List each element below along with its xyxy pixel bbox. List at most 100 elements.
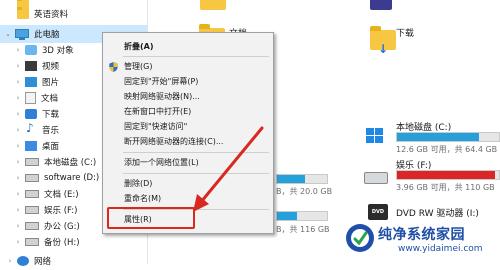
menu-item-open-new-window[interactable]: 在新窗口中打开(E) <box>103 104 273 119</box>
drive-icon <box>25 174 39 182</box>
computer-icon <box>15 28 29 40</box>
drive-usage-fill <box>397 171 495 179</box>
watermark: 纯净系统家园 www.yidaimei.com <box>342 218 494 260</box>
nav-item-label: 图片 <box>42 78 60 88</box>
menu-item-delete[interactable]: 删除(D) <box>103 176 273 191</box>
chevron-right-icon[interactable]: › <box>14 62 22 70</box>
download-arrow-icon: ↓ <box>378 42 389 56</box>
drive-usage-bar <box>276 211 328 221</box>
chevron-right-icon[interactable]: › <box>14 78 22 86</box>
drive-usage-fill <box>277 212 297 220</box>
hard-drive-icon <box>364 172 388 184</box>
documents-icon <box>25 92 36 104</box>
download-icon <box>25 109 37 119</box>
chevron-right-icon[interactable]: › <box>14 190 22 198</box>
menu-item-label: 添加一个网络位置(L) <box>124 158 199 167</box>
drive-free-space: 12.6 GB 可用，共 64.4 GB <box>396 145 498 154</box>
nav-item-label: 英语资料 <box>34 10 69 20</box>
menu-item-label: 固定到"开始"屏幕(P) <box>124 77 199 86</box>
chevron-right-icon[interactable]: › <box>14 222 22 230</box>
nav-item-label: 娱乐 (F:) <box>44 206 78 216</box>
nav-item-label: 3D 对象 <box>42 46 74 56</box>
nav-item-label: 本地磁盘 (C:) <box>44 158 97 168</box>
video-folder-icon[interactable] <box>370 0 392 10</box>
chevron-right-icon[interactable]: › <box>14 174 22 182</box>
drive-usage-fill <box>397 133 479 141</box>
nav-item-label: 文档 <box>41 94 59 104</box>
annotation-highlight-box <box>107 207 195 229</box>
drive-icon <box>25 238 39 246</box>
chevron-down-icon[interactable]: ⌄ <box>4 30 12 38</box>
chevron-right-icon[interactable]: › <box>14 238 22 246</box>
chevron-right-icon[interactable]: › <box>14 46 22 54</box>
menu-item-label: 删除(D) <box>124 179 153 188</box>
nav-item-label: 网络 <box>34 257 52 267</box>
folder-tile-downloads[interactable]: ↓ 下载 <box>364 20 464 70</box>
context-menu: 折叠(A) 管理(G) 固定到"开始"屏幕(P) 映射网络驱动器(N)... 在… <box>102 32 274 234</box>
nav-item-label: 备份 (H:) <box>44 238 80 248</box>
drive-tile-c[interactable]: 本地磁盘 (C:) 12.6 GB 可用，共 64.4 GB <box>362 118 500 154</box>
menu-separator <box>123 152 269 153</box>
windows-drive-icon <box>366 128 384 144</box>
drive-free-space: B，共 116 GB <box>276 225 330 234</box>
watermark-url: www.yidaimei.com <box>398 244 483 254</box>
network-icon <box>17 256 29 266</box>
chevron-right-icon[interactable]: › <box>14 126 22 134</box>
menu-item-rename[interactable]: 重命名(M) <box>103 191 273 206</box>
video-icon <box>25 61 37 71</box>
nav-item-label: software (D:) <box>44 173 100 183</box>
menu-item-map-network-drive[interactable]: 映射网络驱动器(N)... <box>103 89 273 104</box>
chevron-right-icon[interactable]: › <box>14 158 22 166</box>
drive-icon <box>25 158 39 166</box>
menu-item-label: 映射网络驱动器(N)... <box>124 92 200 101</box>
nav-item-label: 桌面 <box>42 142 60 152</box>
menu-item-label: 重命名(M) <box>124 194 162 203</box>
nav-item-label: 下载 <box>42 110 60 120</box>
nav-item-network[interactable]: › 网络 <box>6 252 51 270</box>
folder-icon[interactable] <box>200 0 226 10</box>
3d-objects-icon <box>25 45 37 55</box>
menu-item-disconnect-network-drive[interactable]: 断开网络驱动器的连接(C)... <box>103 134 273 149</box>
pictures-icon <box>25 77 37 87</box>
chevron-right-icon[interactable]: › <box>14 142 22 150</box>
chevron-right-icon[interactable]: › <box>14 110 22 118</box>
menu-item-label: 在新窗口中打开(E) <box>124 107 192 116</box>
menu-separator <box>123 173 269 174</box>
nav-item-label: 此电脑 <box>34 30 60 40</box>
nav-item-drive-h[interactable]: › 备份 (H:) <box>14 233 80 251</box>
menu-item-collapse[interactable]: 折叠(A) <box>103 39 273 54</box>
menu-item-pin-quick-access[interactable]: 固定到"快速访问" <box>103 119 273 134</box>
drive-icon <box>25 190 39 198</box>
folder-icon <box>17 7 29 19</box>
shield-icon <box>109 62 118 72</box>
nav-item-label: 视频 <box>42 62 60 72</box>
folder-label: 下载 <box>396 29 415 39</box>
menu-item-add-network-location[interactable]: 添加一个网络位置(L) <box>103 155 273 170</box>
drive-tile-f[interactable]: 娱乐 (F:) 3.96 GB 可用，共 110 GB <box>362 156 500 192</box>
nav-item-label: 音乐 <box>42 126 60 136</box>
menu-item-manage[interactable]: 管理(G) <box>103 59 273 74</box>
drive-icon <box>25 222 39 230</box>
nav-item-label: 办公 (G:) <box>44 222 80 232</box>
drive-usage-fill <box>277 175 305 183</box>
drive-free-space: 3.96 GB 可用，共 110 GB <box>396 183 495 192</box>
menu-item-label: 折叠(A) <box>124 42 154 51</box>
chevron-right-icon[interactable]: › <box>14 206 22 214</box>
drive-usage-bar <box>276 174 328 184</box>
desktop-icon <box>25 141 37 151</box>
drive-usage-bar <box>396 170 500 180</box>
nav-item-label: 文档 (E:) <box>44 190 79 200</box>
drive-free-space: B，共 20.0 GB <box>276 187 333 196</box>
music-icon <box>25 121 37 135</box>
menu-item-label: 断开网络驱动器的连接(C)... <box>124 137 224 146</box>
menu-item-label: 管理(G) <box>124 62 153 71</box>
nav-item-english-materials[interactable]: 英语资料 <box>6 5 68 23</box>
menu-item-pin-start[interactable]: 固定到"开始"屏幕(P) <box>103 74 273 89</box>
chevron-right-icon[interactable]: › <box>14 94 22 102</box>
menu-item-label: 固定到"快速访问" <box>124 122 188 131</box>
menu-separator <box>123 56 269 57</box>
logo-icon <box>346 224 374 252</box>
watermark-title: 纯净系统家园 <box>378 227 465 243</box>
drive-icon <box>25 206 39 214</box>
drive-usage-bar <box>396 132 500 142</box>
